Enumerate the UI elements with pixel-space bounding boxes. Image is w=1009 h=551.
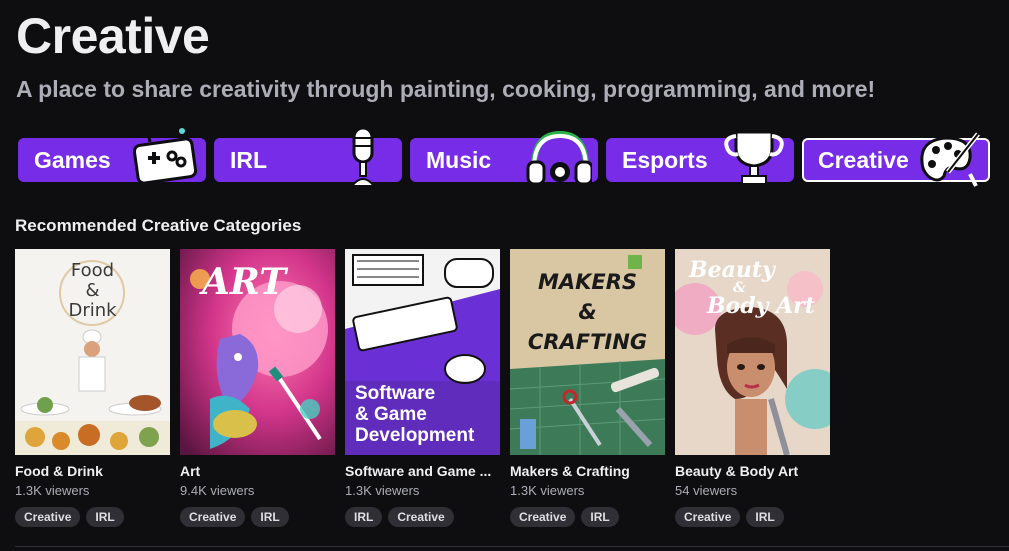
tab-games[interactable]: Games [18, 128, 206, 185]
category-cards: Food & Drink Food & Drink 1.3K viewers C… [15, 249, 830, 527]
boxart-software-game-dev[interactable]: Software & Game Development [345, 249, 500, 455]
category-card-art[interactable]: ART Art 9.4K viewers Creative IRL [180, 249, 335, 527]
section-title: Recommended Creative Categories [15, 216, 302, 235]
directory-page: Creative A place to share creativity thr… [0, 0, 1009, 551]
tag[interactable]: Creative [388, 507, 454, 527]
tag[interactable]: IRL [251, 507, 289, 527]
viewer-count: 9.4K viewers [180, 483, 255, 498]
tag-list: Creative IRL [180, 507, 335, 527]
viewer-count: 54 viewers [675, 483, 738, 498]
boxart-text-line: MAKERS [537, 270, 638, 294]
category-name[interactable]: Makers & Crafting [510, 463, 665, 479]
tag[interactable]: Creative [15, 507, 81, 527]
boxart-text-line: Food [70, 260, 115, 281]
boxart-beauty-body-art[interactable]: Beauty & Body Art [675, 249, 830, 455]
tag-list: Creative IRL [15, 507, 170, 527]
section-divider [15, 546, 1009, 547]
tab-irl[interactable]: IRL [214, 128, 402, 187]
tag[interactable]: IRL [581, 507, 619, 527]
tab-irl-label: IRL [230, 146, 268, 173]
tag-list: IRL Creative [345, 507, 500, 527]
tab-music-label: Music [426, 146, 492, 173]
category-card-makers-crafting[interactable]: MAKERS & CRAFTING Makers & Crafting 1.3K… [510, 249, 665, 527]
category-card-food-drink[interactable]: Food & Drink Food & Drink 1.3K viewers C… [15, 249, 170, 527]
headphones-icon [526, 130, 592, 186]
category-name[interactable]: Food & Drink [15, 463, 170, 479]
tab-creative-label: Creative [818, 146, 909, 173]
tag[interactable]: IRL [345, 507, 383, 527]
tag[interactable]: Creative [675, 507, 741, 527]
tab-esports[interactable]: Esports [606, 130, 794, 185]
tag[interactable]: IRL [746, 507, 784, 527]
boxart-text-line: ART [202, 261, 287, 303]
boxart-text-line: & [85, 280, 100, 301]
trophy-icon [724, 130, 784, 185]
tag-list: Creative IRL [675, 507, 830, 527]
boxart-food-drink[interactable]: Food & Drink [15, 249, 170, 455]
tab-esports-label: Esports [622, 146, 708, 173]
category-tabs: Games IRL Music Esports Creative [18, 128, 990, 187]
category-card-software-game-dev[interactable]: Software & Game Development Software and… [345, 249, 500, 527]
viewer-count: 1.3K viewers [510, 483, 585, 498]
tab-games-label: Games [34, 146, 111, 173]
tab-music[interactable]: Music [410, 130, 598, 186]
tag[interactable]: Creative [180, 507, 246, 527]
tag[interactable]: IRL [86, 507, 124, 527]
tab-creative[interactable]: Creative [802, 132, 990, 187]
page-title: Creative [16, 8, 210, 64]
viewer-count: 1.3K viewers [15, 483, 90, 498]
boxart-text-line: Body Art [707, 293, 815, 319]
category-name[interactable]: Software and Game ... [345, 463, 500, 479]
boxart-text-line: & [578, 300, 597, 324]
category-name[interactable]: Beauty & Body Art [675, 463, 830, 479]
page-subtitle: A place to share creativity through pain… [16, 76, 876, 102]
palette-icon [920, 132, 980, 187]
tag[interactable]: Creative [510, 507, 576, 527]
boxart-makers-crafting[interactable]: MAKERS & CRAFTING [510, 249, 665, 455]
boxart-text-line: & Game [355, 404, 427, 425]
microphone-icon [349, 128, 377, 187]
viewer-count: 1.3K viewers [345, 483, 420, 498]
category-name[interactable]: Art [180, 463, 335, 479]
boxart-art[interactable]: ART [180, 249, 335, 455]
boxart-text-line: Beauty [689, 257, 775, 283]
tag-list: Creative IRL [510, 507, 665, 527]
gamepad-icon [132, 128, 198, 185]
boxart-text-line: CRAFTING [527, 330, 648, 354]
boxart-text-line: Development [355, 425, 475, 446]
boxart-text-line: Drink [68, 300, 117, 321]
boxart-text-line: Software [355, 383, 436, 404]
category-card-beauty-body-art[interactable]: Beauty & Body Art Beauty & Body Art 54 v… [675, 249, 830, 527]
